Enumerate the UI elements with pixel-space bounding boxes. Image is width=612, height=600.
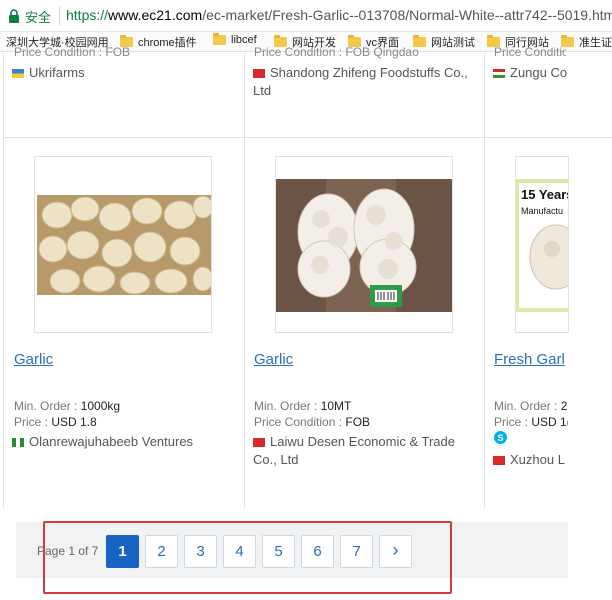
ad-subline: Manufactu [521, 206, 564, 216]
china-flag-icon [253, 438, 265, 447]
supplier-name: Laiwu Desen Economic & Trade Co., Ltd [253, 434, 455, 467]
price-value: USD 1.8 [51, 415, 97, 429]
min-order-label: Min. Order : [494, 399, 561, 413]
product-grid: Price Condition : FOB Price Condition : … [0, 45, 612, 600]
url-scheme: https:// [66, 7, 109, 23]
lock-icon [9, 9, 19, 23]
svg-text:S: S [497, 433, 503, 443]
price-condition: Price Condition : FOB Qingdao [254, 45, 419, 59]
supplier-name: Shandong Zhifeng Foodstuffs Co., Ltd [253, 65, 468, 98]
supplier-link[interactable]: Olanrewajuhabeeb Ventures [12, 433, 242, 451]
url-text[interactable]: https://www.ec21.com/ec-market/Fresh-Gar… [66, 7, 612, 23]
china-flag-icon [253, 69, 265, 78]
garlic-pile-image [37, 195, 211, 295]
url-path: /ec-market/Fresh-Garlic--013708/Normal-W… [202, 7, 612, 23]
product-image[interactable]: 15 Years Manufactu [515, 156, 569, 333]
garlic-bags-image [276, 179, 452, 312]
grid-divider [484, 53, 485, 508]
min-order-value: 10MT [320, 399, 352, 413]
china-flag-icon [493, 456, 505, 465]
price-label: Price Condition : [254, 415, 346, 429]
product-image[interactable] [34, 156, 212, 333]
price-condition: Price Condition : FOB [254, 415, 370, 429]
supplier-link[interactable]: Xuzhou L [493, 451, 568, 469]
min-order: Min. Order : 10MT [254, 399, 351, 413]
product-image[interactable] [275, 156, 453, 333]
price-condition: Price Condition : FOB [14, 45, 131, 59]
price-condition: Price Condition : FOB Qingdao [494, 45, 566, 59]
supplier-name: Olanrewajuhabeeb Ventures [29, 434, 194, 449]
address-divider [59, 7, 60, 25]
price-label: Price : [14, 415, 52, 429]
supplier-name: Ukrifarms [29, 65, 85, 80]
bookmark-label: 网站测试 [431, 37, 475, 49]
folder-icon [213, 33, 226, 45]
min-order: Min. Order : 2 [494, 399, 568, 413]
bookmark-item[interactable]: 网站测试 [413, 34, 475, 50]
bookmark-label: chrome插件 [138, 37, 197, 49]
bookmark-item[interactable]: 准生证 [561, 34, 612, 50]
min-order-label: Min. Order : [14, 399, 81, 413]
price-value: FOB [345, 415, 371, 429]
ukraine-flag-icon [12, 69, 24, 78]
price-label: Price : [494, 415, 532, 429]
address-bar[interactable]: 安全 https://www.ec21.com/ec-market/Fresh-… [0, 0, 612, 32]
supplier-link[interactable]: Shandong Zhifeng Foodstuffs Co., Ltd [253, 64, 481, 100]
url-host: www.ec21.com [108, 7, 203, 23]
grid-divider [3, 53, 4, 508]
ad-headline: 15 Years [521, 187, 569, 202]
price: Price : USD 1.8 [14, 415, 97, 429]
supplier-name: Xuzhou L [510, 452, 565, 467]
product-title-link[interactable]: Fresh Garl [494, 351, 568, 368]
product-title-link[interactable]: Garlic [254, 351, 293, 368]
grid-divider [244, 53, 245, 508]
bookmark-label: libcef [231, 34, 257, 46]
secure-label: 安全 [25, 10, 52, 25]
price-value: USD 1( [531, 415, 568, 429]
min-order-label: Min. Order : [254, 399, 321, 413]
highlight-annotation [43, 521, 452, 594]
product-title-link[interactable]: Garlic [14, 351, 53, 368]
bookmark-label: 准生证 [579, 37, 612, 49]
price: Price : USD 1( [494, 415, 568, 429]
min-order: Min. Order : 1000kg [14, 399, 120, 413]
min-order-value: 1000kg [80, 399, 121, 413]
nigeria-flag-icon [12, 438, 24, 447]
bookmark-item[interactable]: libcef [213, 33, 257, 46]
min-order-value: 2 [560, 399, 568, 413]
bookmark-item[interactable]: chrome插件 [120, 34, 197, 50]
skype-icon[interactable]: S [494, 431, 507, 444]
garlic-ad-image [516, 179, 568, 312]
supplier-link[interactable]: Ukrifarms [12, 64, 237, 82]
supplier-link[interactable]: Laiwu Desen Economic & Trade Co., Ltd [253, 433, 481, 469]
grid-divider [3, 137, 612, 138]
supplier-link[interactable]: Zungu Co [493, 64, 568, 82]
hungary-flag-icon [493, 69, 505, 78]
supplier-name: Zungu Co [510, 65, 568, 80]
